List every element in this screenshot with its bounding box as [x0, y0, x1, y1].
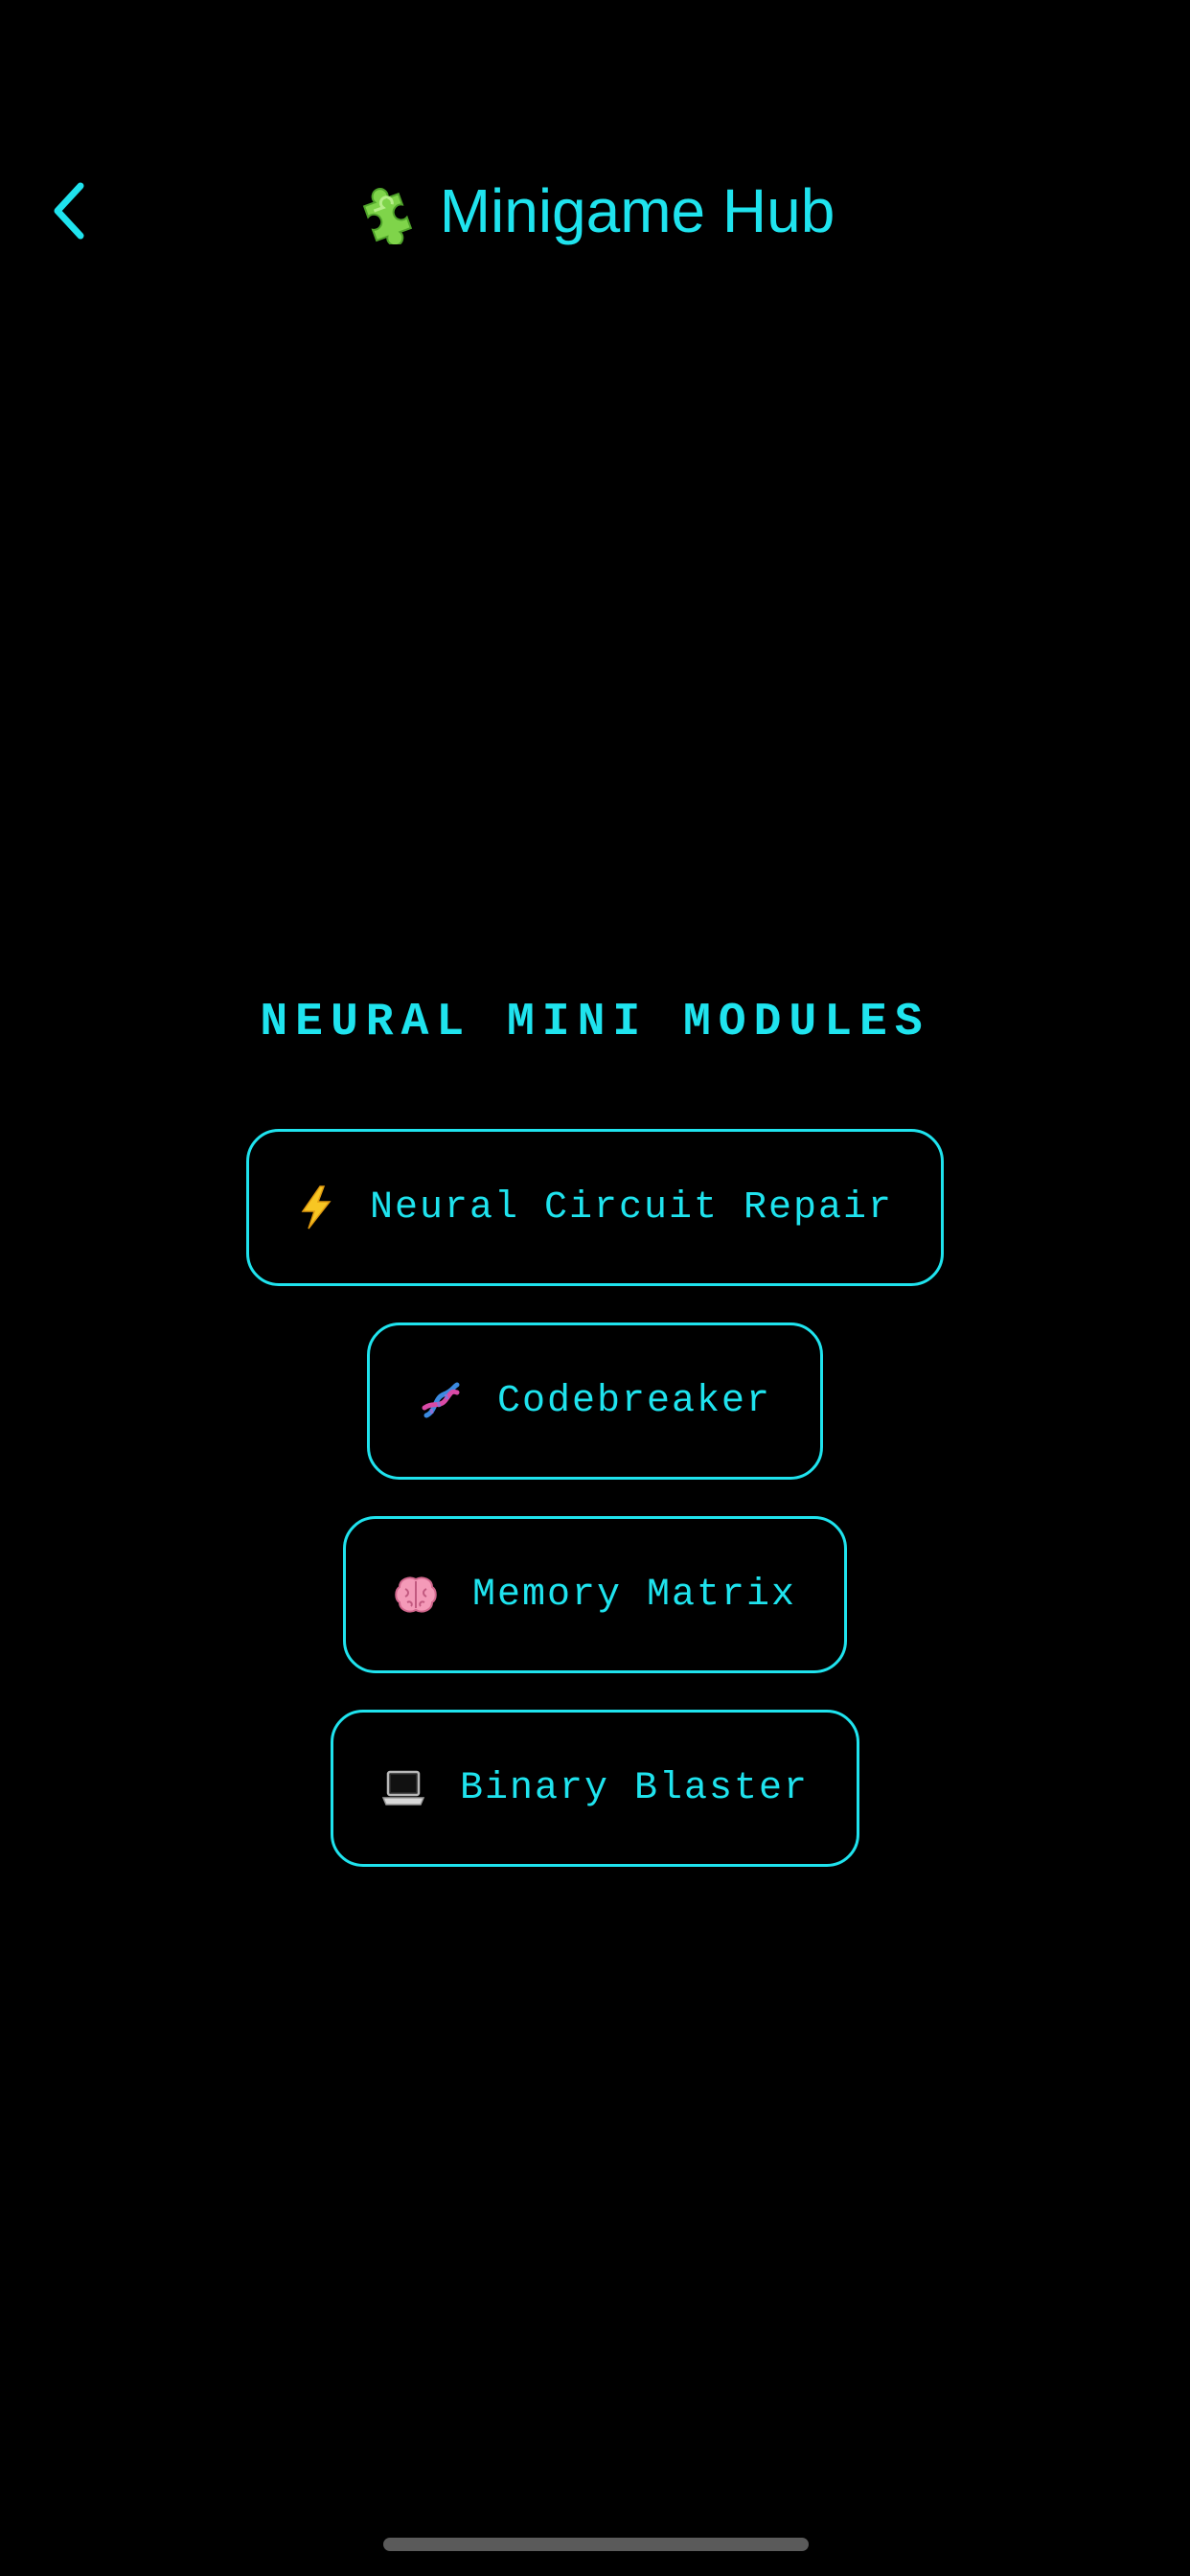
module-label: Neural Circuit Repair	[369, 1185, 894, 1230]
neural-circuit-repair-button[interactable]: Neural Circuit Repair	[246, 1129, 944, 1286]
page-title-text: Minigame Hub	[439, 176, 835, 245]
module-list: Neural Circuit Repair Codebreaker Memory…	[0, 1129, 1190, 1867]
section-heading: NEURAL MINI MODULES	[260, 997, 930, 1048]
codebreaker-button[interactable]: Codebreaker	[367, 1322, 823, 1480]
home-indicator[interactable]	[383, 2538, 809, 2551]
puzzle-piece-icon	[355, 177, 423, 244]
laptop-icon	[381, 1765, 425, 1811]
lightning-icon	[297, 1184, 335, 1230]
navigation-bar: Minigame Hub	[0, 144, 1190, 272]
memory-matrix-button[interactable]: Memory Matrix	[343, 1516, 847, 1673]
binary-blaster-button[interactable]: Binary Blaster	[331, 1710, 859, 1867]
dna-icon	[419, 1378, 463, 1424]
page-title: Minigame Hub	[0, 172, 1190, 249]
module-label: Memory Matrix	[471, 1573, 797, 1617]
module-label: Binary Blaster	[459, 1766, 810, 1810]
brain-icon	[394, 1572, 438, 1618]
module-label: Codebreaker	[496, 1379, 772, 1423]
